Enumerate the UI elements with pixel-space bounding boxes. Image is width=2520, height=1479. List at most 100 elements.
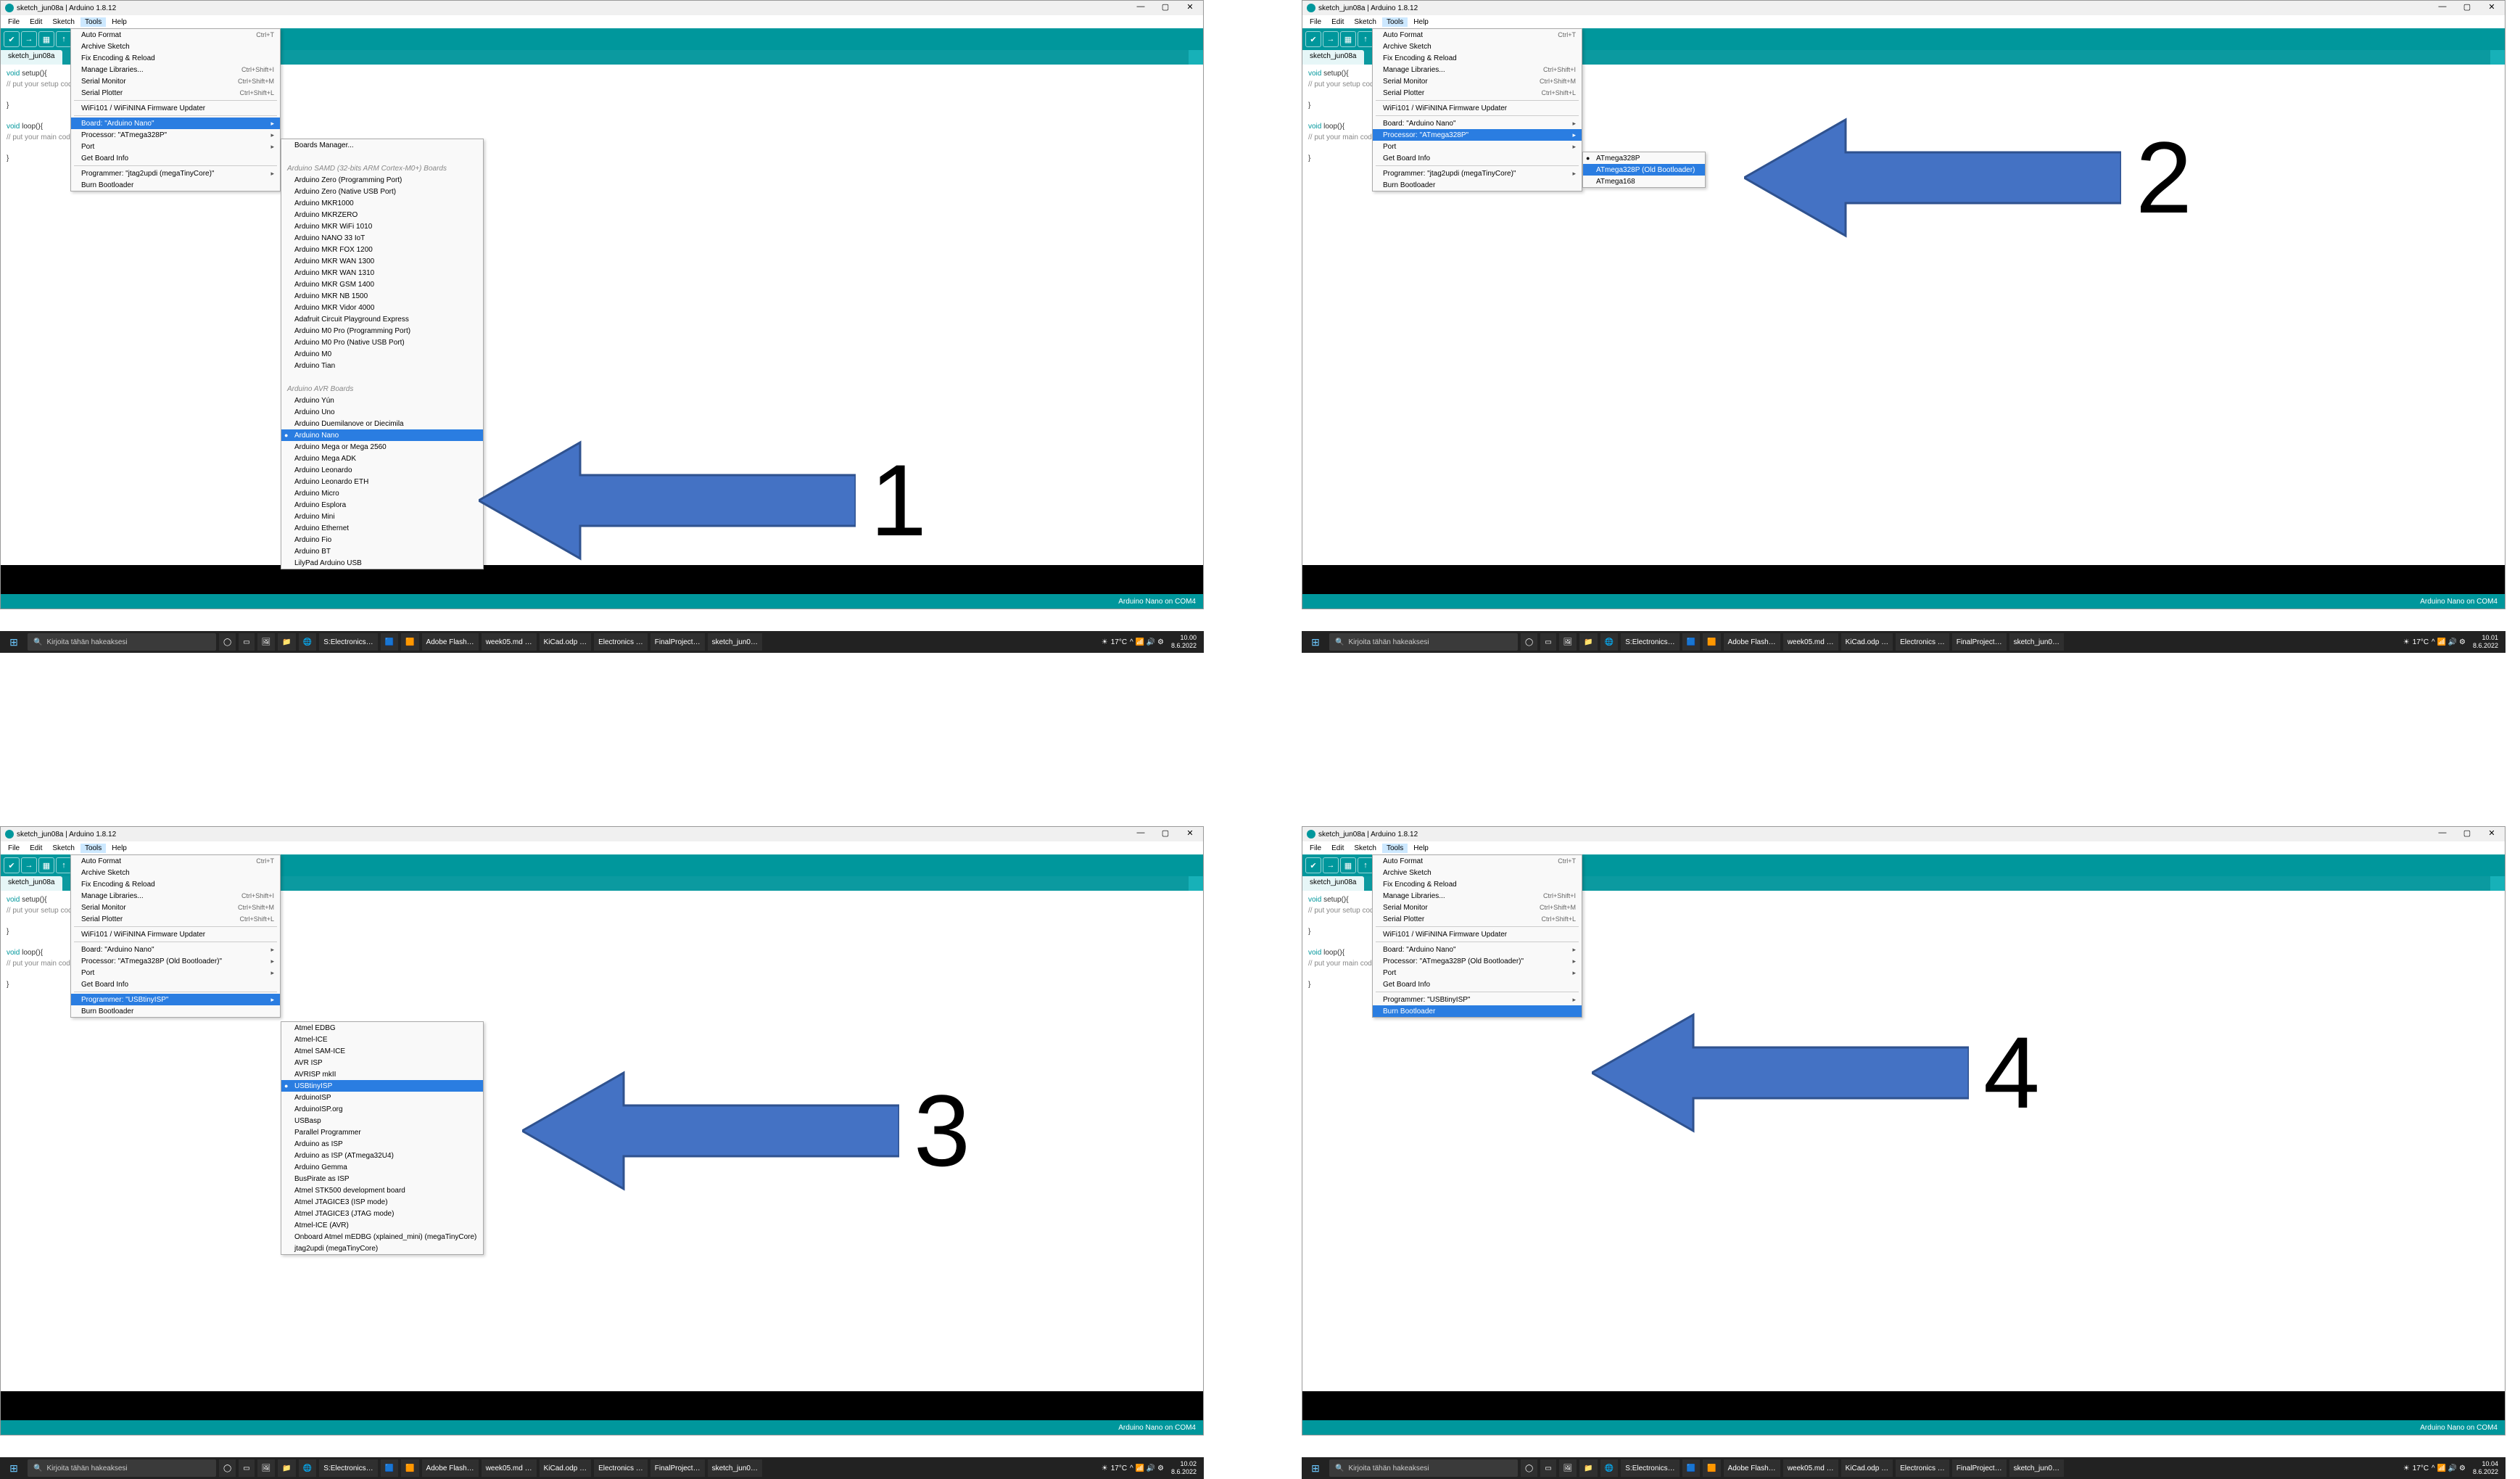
minimize-button[interactable]: — (1131, 2, 1151, 12)
taskbar-item[interactable]: sketch_jun0… (708, 633, 762, 651)
taskbar-weather[interactable]: ☀ 17°C (1102, 638, 1127, 646)
menu-edit[interactable]: Edit (25, 17, 46, 27)
menu-burn-bootloader[interactable]: Burn Bootloader (1373, 1005, 1582, 1017)
tools-menu[interactable]: Auto FormatCtrl+T Archive Sketch Fix Enc… (70, 854, 281, 1018)
submenu-item[interactable]: Arduino Zero (Programming Port) (281, 174, 483, 186)
submenu-item[interactable]: Arduino M0 Pro (Programming Port) (281, 325, 483, 337)
submenu-item[interactable]: Arduino MKR GSM 1400 (281, 279, 483, 290)
taskbar-item[interactable]: 🌐 (299, 633, 316, 651)
taskbar-item[interactable]: Electronics … (594, 633, 648, 651)
submenu-item[interactable]: Atmel STK500 development board (281, 1185, 483, 1196)
submenu-item[interactable]: Arduino MKR1000 (281, 197, 483, 209)
taskbar-item[interactable]: S:Electronics… (319, 633, 377, 651)
menu-sketch[interactable]: Sketch (48, 17, 79, 27)
submenu-item[interactable]: Arduino M0 Pro (Native USB Port) (281, 337, 483, 348)
submenu-item[interactable]: Arduino BT (281, 545, 483, 557)
submenu-item[interactable]: ATmega328P (Old Bootloader) (1583, 164, 1705, 176)
verify-button[interactable]: ✔ (4, 31, 20, 47)
upload-button[interactable]: → (21, 31, 37, 47)
submenu-item[interactable]: USBasp (281, 1115, 483, 1126)
submenu-item[interactable]: Arduino Tian (281, 360, 483, 371)
submenu-item[interactable]: Arduino MKR WiFi 1010 (281, 221, 483, 232)
submenu-item[interactable]: ●USBtinyISP (281, 1080, 483, 1092)
submenu-item[interactable]: Arduino NANO 33 IoT (281, 232, 483, 244)
taskbar[interactable]: ⊞ 🔍 Kirjoita tähän hakeaksesi ◯▭ 🖼📁🌐 S:E… (1302, 631, 2505, 653)
taskbar-item[interactable]: Adobe Flash… (422, 633, 479, 651)
submenu-item[interactable]: Arduino Esplora (281, 499, 483, 511)
submenu-item[interactable]: AVR ISP (281, 1057, 483, 1068)
submenu-item[interactable]: AVRISP mkII (281, 1068, 483, 1080)
taskbar-item[interactable]: FinalProject… (650, 633, 705, 651)
boards-submenu[interactable]: Boards Manager...Arduino SAMD (32-bits A… (281, 139, 484, 569)
submenu-item[interactable]: ●Arduino Nano (281, 429, 483, 441)
new-button[interactable]: ▦ (38, 31, 54, 47)
submenu-item[interactable]: Arduino MKRZERO (281, 209, 483, 221)
submenu-item[interactable]: Arduino MKR FOX 1200 (281, 244, 483, 255)
taskbar-item[interactable]: 🟦 (381, 633, 398, 651)
menu-file[interactable]: File (4, 17, 24, 27)
taskbar[interactable]: ⊞ 🔍 Kirjoita tähän hakeaksesi ◯ ▭ 🖼 📁 🌐 … (0, 631, 1204, 653)
menu-bar[interactable]: File Edit Sketch Tools Help (1, 15, 1203, 28)
processor-submenu[interactable]: ●ATmega328PATmega328P (Old Bootloader)AT… (1582, 152, 1706, 188)
submenu-item[interactable]: Arduino Leonardo (281, 464, 483, 476)
submenu-item[interactable]: Arduino Mega ADK (281, 453, 483, 464)
submenu-item[interactable]: Arduino MKR NB 1500 (281, 290, 483, 302)
submenu-item[interactable]: Arduino Gemma (281, 1161, 483, 1173)
tools-menu[interactable]: Auto FormatCtrl+T Archive Sketch Fix Enc… (70, 28, 281, 191)
menu-processor[interactable]: Processor: "ATmega328P"▸ (1373, 129, 1582, 141)
submenu-item[interactable]: Arduino Leonardo ETH (281, 476, 483, 487)
taskbar-item[interactable]: 🟧 (401, 633, 418, 651)
submenu-item[interactable]: LilyPad Arduino USB (281, 557, 483, 569)
submenu-item[interactable]: BusPirate as ISP (281, 1173, 483, 1185)
close-button[interactable]: ✕ (1180, 2, 1200, 12)
submenu-item[interactable]: Arduino MKR Vidor 4000 (281, 302, 483, 313)
taskbar-search[interactable]: 🔍 Kirjoita tähän hakeaksesi (28, 633, 216, 651)
submenu-item[interactable]: Parallel Programmer (281, 1126, 483, 1138)
tools-menu[interactable]: Auto FormatCtrl+T Archive Sketch Fix Enc… (1372, 854, 1582, 1018)
submenu-item[interactable]: Arduino Mini (281, 511, 483, 522)
submenu-item[interactable]: Arduino Mega or Mega 2560 (281, 441, 483, 453)
taskbar-item[interactable]: ▭ (239, 633, 254, 651)
taskbar[interactable]: ⊞ 🔍 Kirjoita tähän hakeaksesi ◯▭ 🖼📁🌐 S:E… (1302, 1457, 2505, 1479)
submenu-item[interactable]: Boards Manager... (281, 139, 483, 151)
submenu-item[interactable]: Atmel-ICE (281, 1034, 483, 1045)
submenu-item[interactable]: Arduino MKR WAN 1300 (281, 255, 483, 267)
programmer-submenu[interactable]: Atmel EDBGAtmel-ICEAtmel SAM-ICEAVR ISPA… (281, 1021, 484, 1255)
submenu-item[interactable]: Atmel EDBG (281, 1022, 483, 1034)
taskbar-item[interactable]: 📁 (278, 633, 295, 651)
submenu-item[interactable]: Adafruit Circuit Playground Express (281, 313, 483, 325)
maximize-button[interactable]: ▢ (1155, 2, 1176, 12)
submenu-item[interactable]: Atmel JTAGICE3 (JTAG mode) (281, 1208, 483, 1219)
start-button[interactable]: ⊞ (3, 633, 25, 651)
submenu-item[interactable]: Arduino as ISP (281, 1138, 483, 1150)
taskbar-item[interactable]: KiCad.odp … (540, 633, 591, 651)
menu-board[interactable]: Board: "Arduino Nano"▸ (71, 118, 280, 129)
submenu-item[interactable]: Arduino Ethernet (281, 522, 483, 534)
submenu-item[interactable]: Arduino M0 (281, 348, 483, 360)
submenu-item[interactable]: ATmega168 (1583, 176, 1705, 187)
sketch-tab[interactable]: sketch_jun08a (1, 50, 62, 65)
tools-menu[interactable]: Auto FormatCtrl+T Archive Sketch Fix Enc… (1372, 28, 1582, 191)
submenu-item[interactable]: Arduino Yún (281, 395, 483, 406)
open-button[interactable]: ↑ (56, 31, 72, 47)
submenu-item[interactable]: ArduinoISP (281, 1092, 483, 1103)
tab-menu-button[interactable] (1189, 50, 1203, 65)
submenu-item[interactable]: Atmel SAM-ICE (281, 1045, 483, 1057)
submenu-item[interactable]: Arduino as ISP (ATmega32U4) (281, 1150, 483, 1161)
taskbar[interactable]: ⊞ 🔍 Kirjoita tähän hakeaksesi ◯▭ 🖼📁🌐 S:E… (0, 1457, 1204, 1479)
submenu-item[interactable]: jtag2updi (megaTinyCore) (281, 1243, 483, 1254)
taskbar-item[interactable]: 🖼 (257, 633, 276, 651)
menu-help[interactable]: Help (107, 17, 131, 27)
system-tray[interactable]: ^ 📶 🔊 ⚙ (1130, 638, 1164, 646)
taskbar-item[interactable]: week05.md … (482, 633, 537, 651)
submenu-item[interactable]: ArduinoISP.org (281, 1103, 483, 1115)
submenu-item[interactable]: Atmel-ICE (AVR) (281, 1219, 483, 1231)
taskbar-item[interactable]: ◯ (219, 633, 236, 651)
menu-tools[interactable]: Tools (80, 17, 106, 27)
submenu-item[interactable]: Arduino Fio (281, 534, 483, 545)
taskbar-clock[interactable]: 10.008.6.2022 (1167, 634, 1201, 650)
menu-programmer[interactable]: Programmer: "USBtinyISP"▸ (71, 994, 280, 1005)
submenu-item[interactable]: ●ATmega328P (1583, 152, 1705, 164)
submenu-item[interactable]: Arduino Micro (281, 487, 483, 499)
submenu-item[interactable]: Arduino Uno (281, 406, 483, 418)
